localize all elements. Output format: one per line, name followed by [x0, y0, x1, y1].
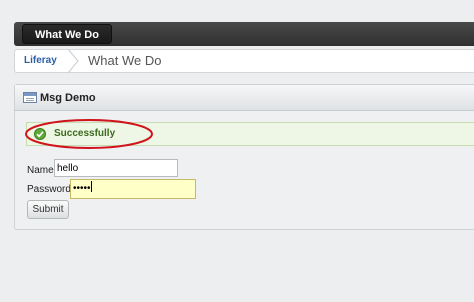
submit-button[interactable]: Submit — [27, 200, 69, 219]
breadcrumb-root-link[interactable]: Liferay — [24, 50, 57, 72]
success-message: Successfully — [26, 122, 474, 146]
name-input[interactable] — [54, 159, 178, 177]
nav-tab-what-we-do[interactable]: What We Do — [22, 24, 112, 44]
name-label: Name: — [27, 165, 57, 176]
top-navigation-bar: What We Do — [14, 22, 474, 46]
password-value: ••••• — [73, 183, 91, 194]
breadcrumb-current: What We Do — [88, 53, 162, 68]
portlet-window-icon — [23, 92, 37, 103]
password-label: Password: — [27, 184, 74, 195]
breadcrumb-separator-icon — [67, 49, 79, 73]
password-input[interactable]: ••••• — [70, 179, 196, 199]
text-cursor — [90, 181, 92, 192]
success-message-text: Successfully — [54, 128, 116, 139]
portlet-msg-demo: Msg Demo Successfully Name: Password: ••… — [14, 84, 474, 230]
portlet-title: Msg Demo — [40, 92, 96, 104]
check-circle-icon — [34, 128, 46, 140]
portlet-header: Msg Demo — [15, 85, 474, 111]
breadcrumb: Liferay What We Do — [14, 49, 474, 73]
page: What We Do Liferay What We Do Msg Demo S… — [0, 0, 474, 302]
